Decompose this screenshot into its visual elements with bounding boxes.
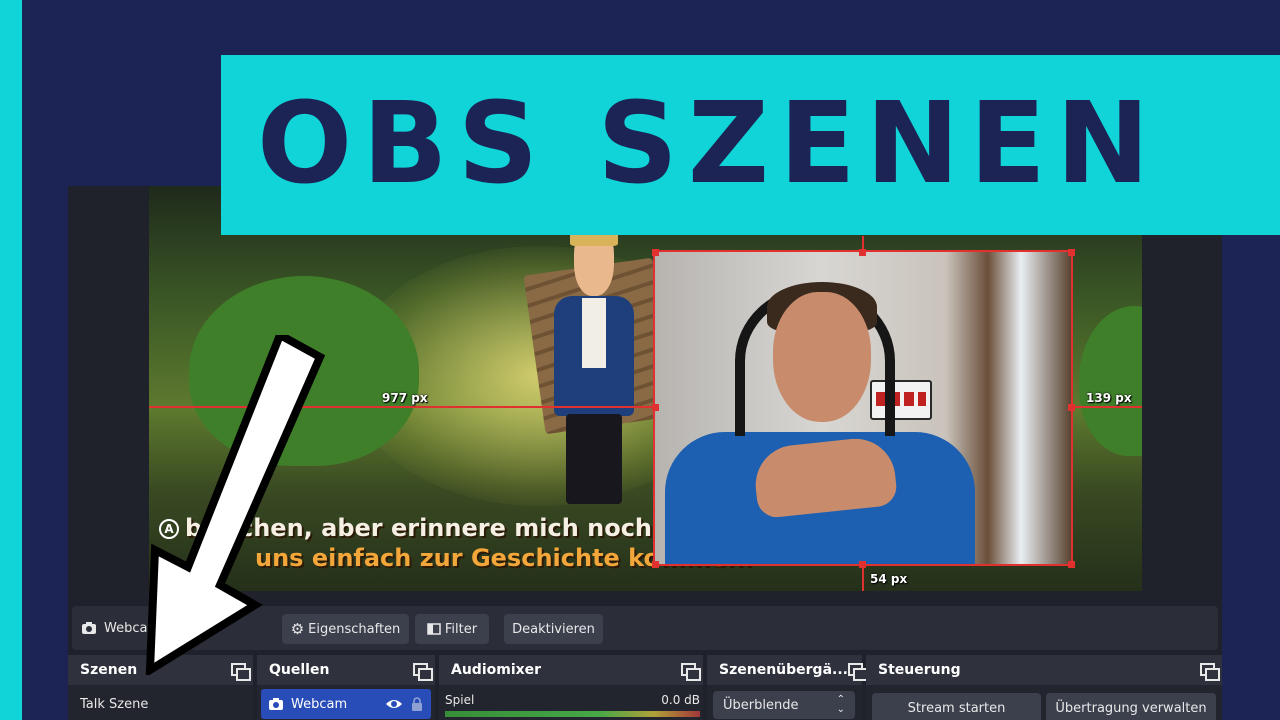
filter-icon (427, 623, 441, 635)
background-plant (189, 276, 419, 466)
scene-item[interactable]: Talk Szene (80, 697, 148, 712)
background-plant (1079, 306, 1142, 456)
start-stream-button[interactable]: Stream starten (872, 693, 1041, 720)
source-toolbar: Webcam ⚙ Eigenschaften Filter Deaktivier… (72, 606, 1218, 650)
title-banner: OBS SZENEN (221, 55, 1280, 235)
start-stream-label: Stream starten (907, 700, 1006, 716)
person-head (773, 292, 871, 422)
transition-select-value: Überblende (723, 697, 799, 713)
mixer-channel-name: Spiel (445, 693, 475, 707)
guide-line-bottom (862, 564, 864, 591)
properties-label: Eigenschaften (308, 621, 401, 637)
source-item-label: Webcam (291, 696, 348, 712)
resize-handle-tr[interactable] (1068, 249, 1075, 256)
subtitle-line-1: bisschen, aber erinnere mich noch (185, 514, 653, 542)
mixer-channel-level: 0.0 dB (661, 693, 700, 707)
source-item-webcam[interactable]: Webcam (261, 689, 431, 719)
properties-button[interactable]: ⚙ Eigenschaften (282, 614, 409, 644)
filter-label: Filter (444, 621, 478, 637)
audio-mixer-dock: Audiomixer Spiel 0.0 dB (439, 655, 703, 720)
scenes-dock: Szenen Talk Szene (68, 655, 253, 720)
float-dock-icon[interactable] (231, 663, 251, 681)
resize-handle-ml[interactable] (652, 404, 659, 411)
camera-icon (82, 622, 96, 634)
resize-handle-br[interactable] (1068, 561, 1075, 568)
eye-icon[interactable] (385, 698, 403, 710)
game-character (544, 222, 644, 506)
guide-label-right: 139 px (1086, 391, 1132, 405)
sources-dock: Quellen Webcam (257, 655, 435, 720)
deactivate-button[interactable]: Deaktivieren (504, 614, 603, 644)
guide-line-right (1071, 406, 1142, 408)
resize-handle-bc[interactable] (859, 561, 866, 568)
float-dock-icon[interactable] (1200, 663, 1220, 681)
float-dock-icon[interactable] (847, 663, 869, 681)
banner-title: OBS SZENEN (257, 79, 1160, 209)
resize-handle-tl[interactable] (652, 249, 659, 256)
current-source-label: Webcam (104, 620, 161, 636)
filter-button[interactable]: Filter (415, 614, 489, 644)
guide-line-left (149, 406, 655, 408)
camera-icon (269, 698, 283, 710)
float-dock-icon[interactable] (681, 663, 701, 681)
webcam-source-selected[interactable] (653, 250, 1073, 566)
deactivate-label: Deaktivieren (512, 621, 595, 637)
transition-select[interactable]: Überblende ⌃ ⌄ (713, 691, 855, 719)
left-accent-stripe (0, 0, 22, 720)
volume-meter (445, 711, 700, 717)
guide-label-bottom: 54 px (870, 572, 908, 586)
chevron-updown-icon: ⌃ ⌄ (836, 694, 845, 715)
subtitle-speaker-icon: A (159, 519, 179, 539)
transitions-title: Szenenübergä... (719, 662, 848, 678)
resize-handle-mr[interactable] (1068, 404, 1075, 411)
manage-broadcast-label: Übertragung verwalten (1055, 700, 1207, 716)
controls-dock: Steuerung Stream starten Übertragung ver… (866, 655, 1222, 720)
gear-icon: ⚙ (290, 620, 305, 638)
resize-handle-bl[interactable] (652, 561, 659, 568)
resize-handle-tc[interactable] (859, 249, 866, 256)
transitions-dock: Szenenübergä... Überblende ⌃ ⌄ (707, 655, 869, 720)
scenes-title: Szenen (80, 662, 138, 678)
current-source: Webcam (82, 606, 160, 650)
controls-title: Steuerung (878, 662, 961, 678)
sources-title: Quellen (269, 662, 330, 678)
manage-broadcast-button[interactable]: Übertragung verwalten (1046, 693, 1216, 720)
float-dock-icon[interactable] (413, 663, 433, 681)
mixer-title: Audiomixer (451, 662, 542, 678)
lock-icon[interactable] (411, 697, 423, 711)
guide-label-left: 977 px (382, 391, 428, 405)
